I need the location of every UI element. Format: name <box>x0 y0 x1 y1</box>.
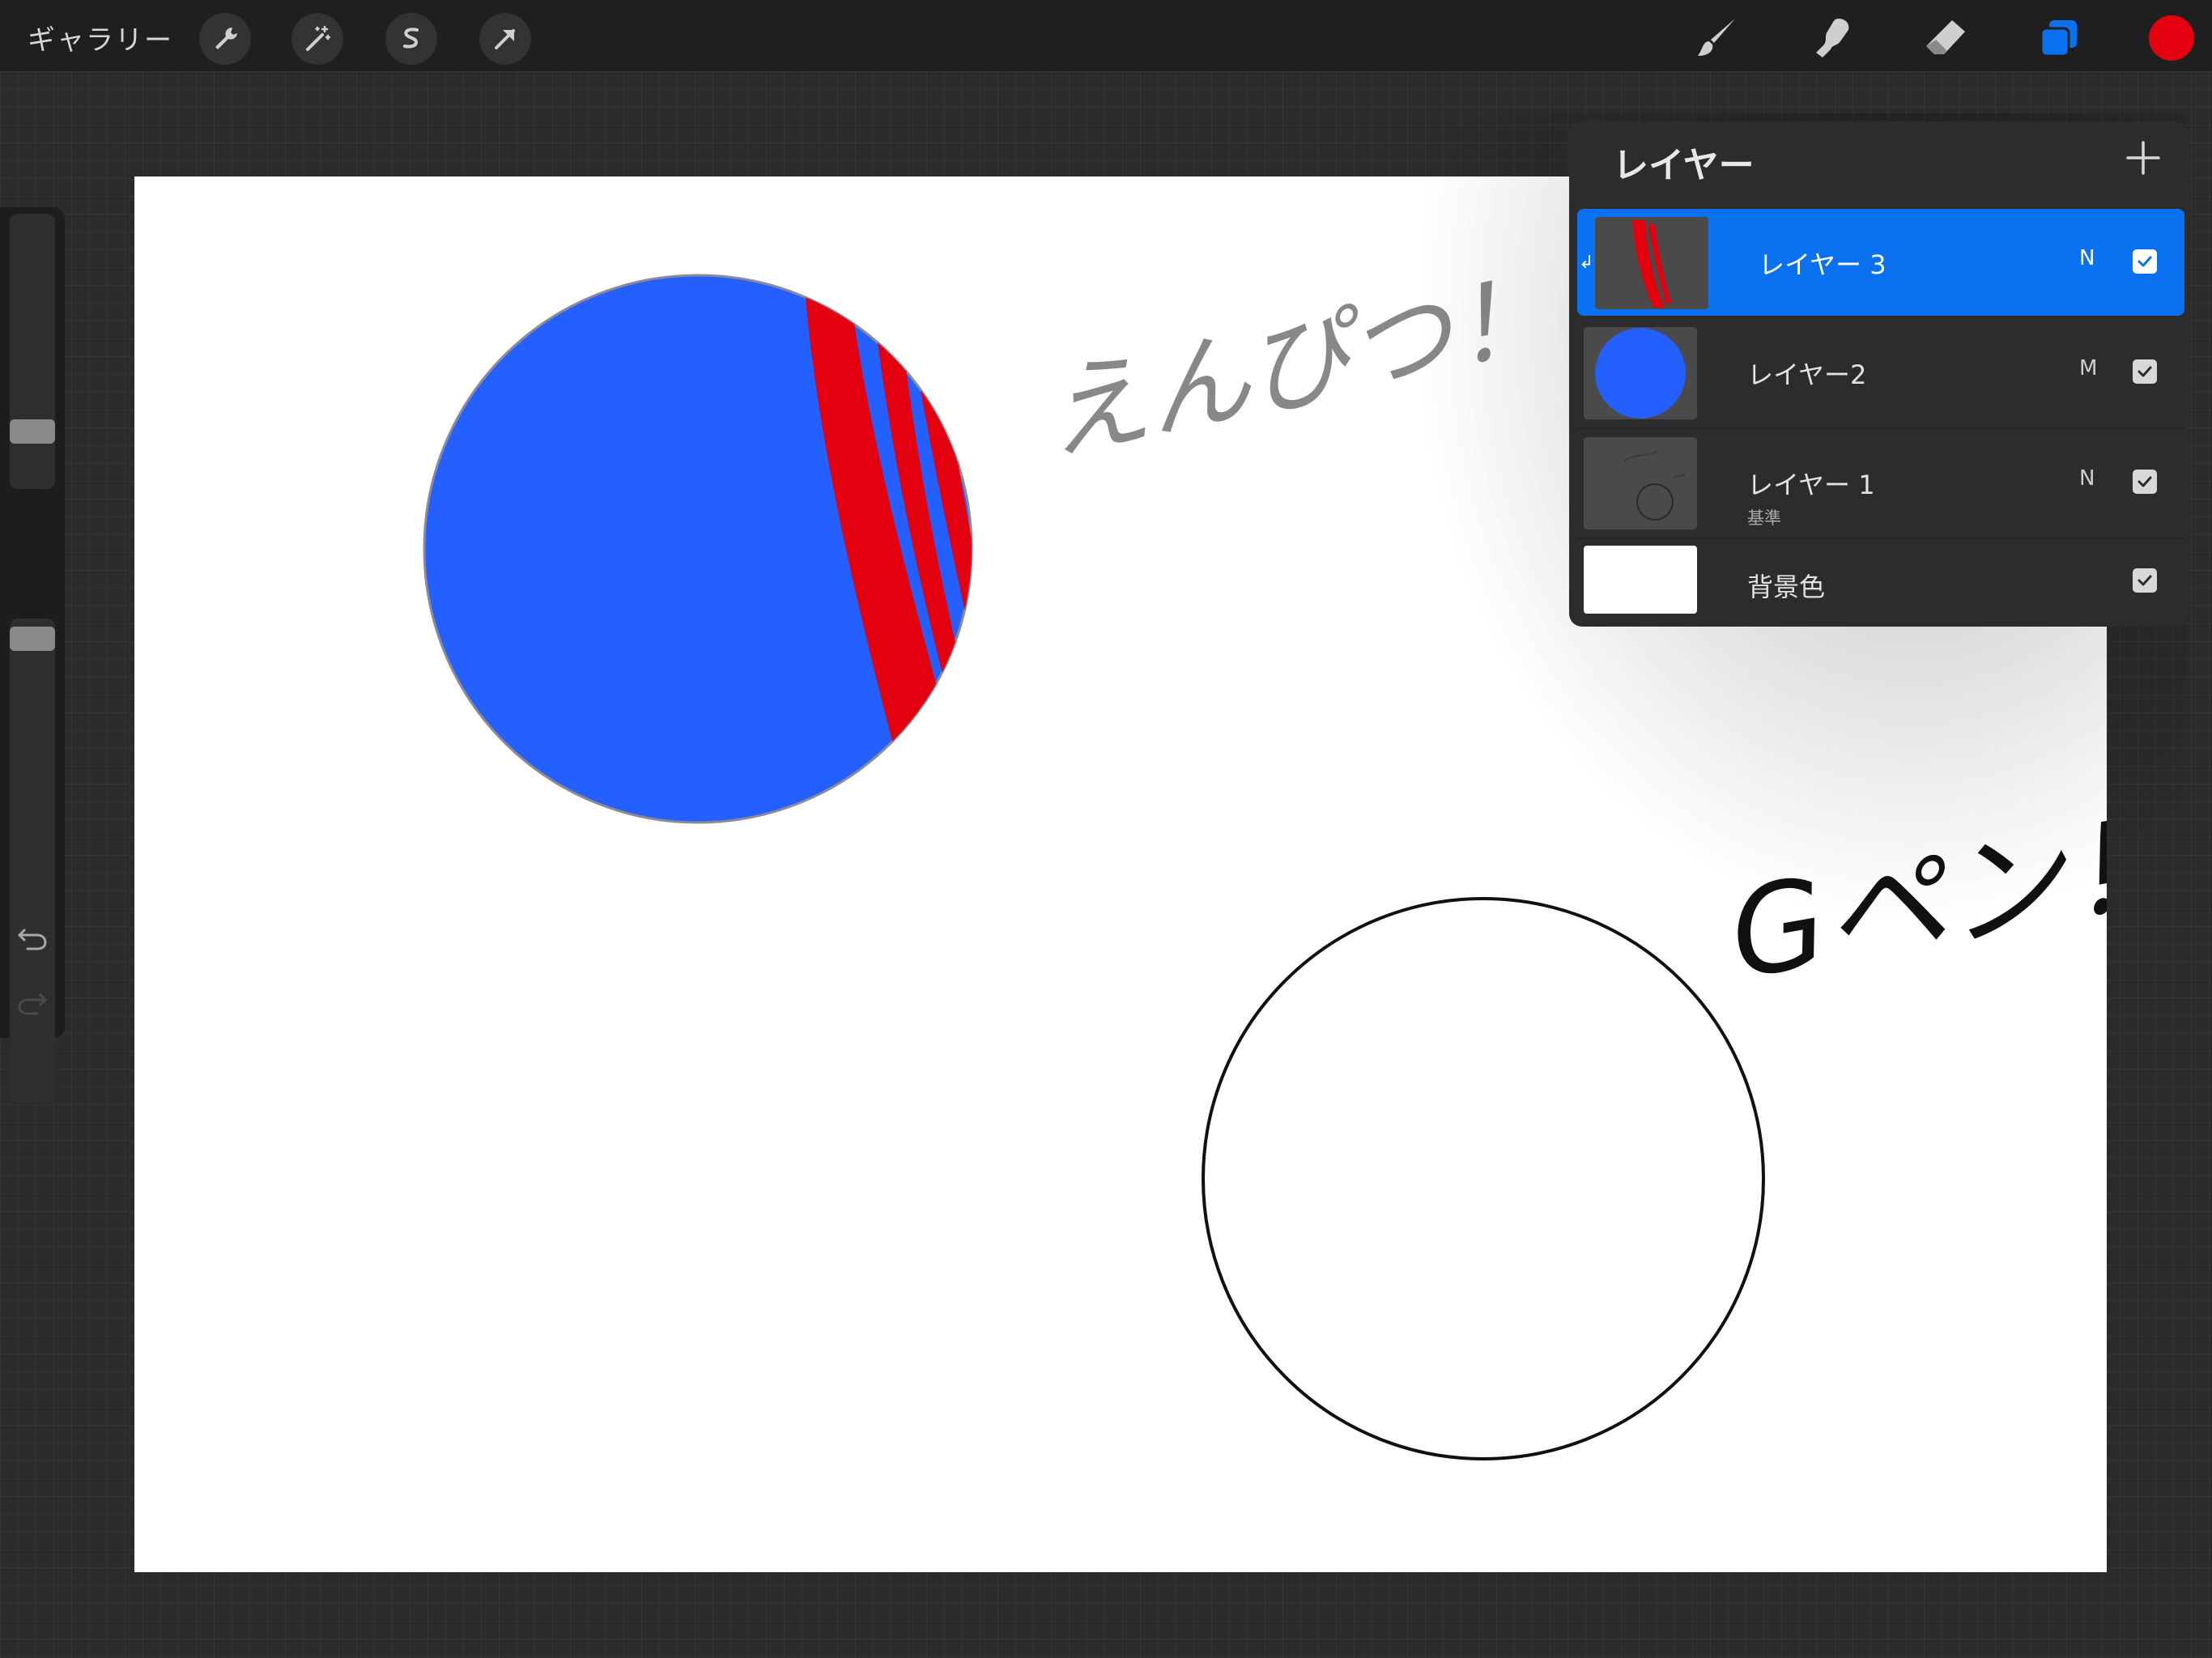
layers-icon[interactable] <box>2031 10 2087 66</box>
layers-title: レイヤー <box>1613 145 1755 186</box>
smudge-icon[interactable] <box>1804 10 1861 66</box>
plus-icon[interactable] <box>2120 134 2167 181</box>
layer-thumbnail <box>1595 217 1708 309</box>
layer-row-3[interactable]: ↲ レイヤー 3 N <box>1577 209 2184 316</box>
opacity-slider[interactable] <box>10 619 55 1103</box>
layer-name: レイヤー 3 <box>1759 249 1887 280</box>
visibility-checkbox[interactable] <box>2133 568 2157 593</box>
redo-icon[interactable] <box>13 986 52 1018</box>
outline-circle <box>1202 897 1765 1460</box>
background-color-thumbnail <box>1584 546 1697 614</box>
layer-row-background[interactable]: 背景色 <box>1577 539 2184 627</box>
layer-row-2[interactable]: レイヤー2 M <box>1577 319 2184 429</box>
brush-size-slider[interactable] <box>10 214 55 489</box>
visibility-checkbox[interactable] <box>2133 470 2157 494</box>
visibility-checkbox[interactable] <box>2133 359 2157 384</box>
visibility-checkbox[interactable] <box>2133 249 2157 274</box>
undo-icon[interactable] <box>13 921 52 954</box>
selection-icon[interactable] <box>385 13 437 65</box>
brush-icon[interactable] <box>1689 10 1746 66</box>
layer-name: レイヤー2 <box>1747 359 1867 390</box>
reference-label: 基準 <box>1747 508 1781 528</box>
layers-panel: レイヤー ↲ レイヤー 3 N レイヤー2 M レイヤー 1 基準 N 背景色 <box>1569 121 2188 627</box>
current-color-swatch[interactable] <box>2149 15 2194 61</box>
top-toolbar: ギャラリー <box>0 0 2212 71</box>
transform-arrow-icon[interactable] <box>479 13 531 65</box>
blend-mode-button[interactable]: N <box>2079 246 2095 270</box>
opacity-handle[interactable] <box>10 627 55 651</box>
left-sidebar <box>0 207 65 1103</box>
layer-name: 背景色 <box>1747 572 1826 602</box>
layer-thumbnail <box>1584 327 1697 419</box>
blend-mode-button[interactable]: N <box>2079 466 2095 491</box>
layer-row-1[interactable]: レイヤー 1 基準 N <box>1577 429 2184 539</box>
wrench-icon[interactable] <box>199 13 251 65</box>
magic-wand-icon[interactable] <box>291 13 343 65</box>
gallery-button[interactable]: ギャラリー <box>28 18 173 57</box>
layer-name: レイヤー 1 <box>1747 470 1875 500</box>
brush-size-handle[interactable] <box>10 419 55 444</box>
blend-mode-button[interactable]: M <box>2079 356 2097 380</box>
layer-thumbnail <box>1584 437 1697 529</box>
eraser-icon[interactable] <box>1917 10 1974 66</box>
clipping-mask-icon: ↲ <box>1579 253 1594 273</box>
